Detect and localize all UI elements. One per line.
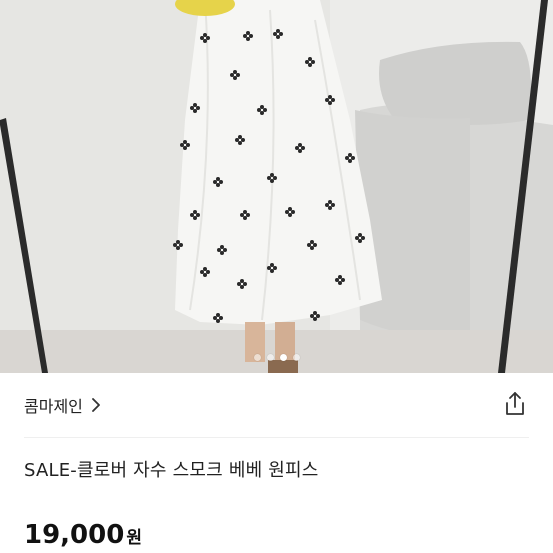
price-value: 19,000 <box>24 520 125 550</box>
chevron-right-icon <box>91 398 100 412</box>
price-currency: 원 <box>126 528 142 548</box>
share-icon[interactable] <box>503 391 527 417</box>
seller-name: 콤마제인 <box>24 397 83 416</box>
carousel-dot[interactable] <box>253 354 261 361</box>
product-title: SALE-클로버 자수 스모크 베베 원피스 <box>24 460 319 481</box>
seller-row: 콤마제인 <box>0 373 553 437</box>
seller-link[interactable]: 콤마제인 <box>24 393 101 417</box>
carousel-dot[interactable] <box>266 354 274 361</box>
carousel-dot-active[interactable] <box>279 354 287 361</box>
product-photo <box>0 0 553 373</box>
price-row: 19,000 원 <box>24 520 142 550</box>
carousel-indicator[interactable] <box>0 354 553 361</box>
carousel-dot[interactable] <box>292 354 300 361</box>
product-image-carousel[interactable] <box>0 0 553 373</box>
